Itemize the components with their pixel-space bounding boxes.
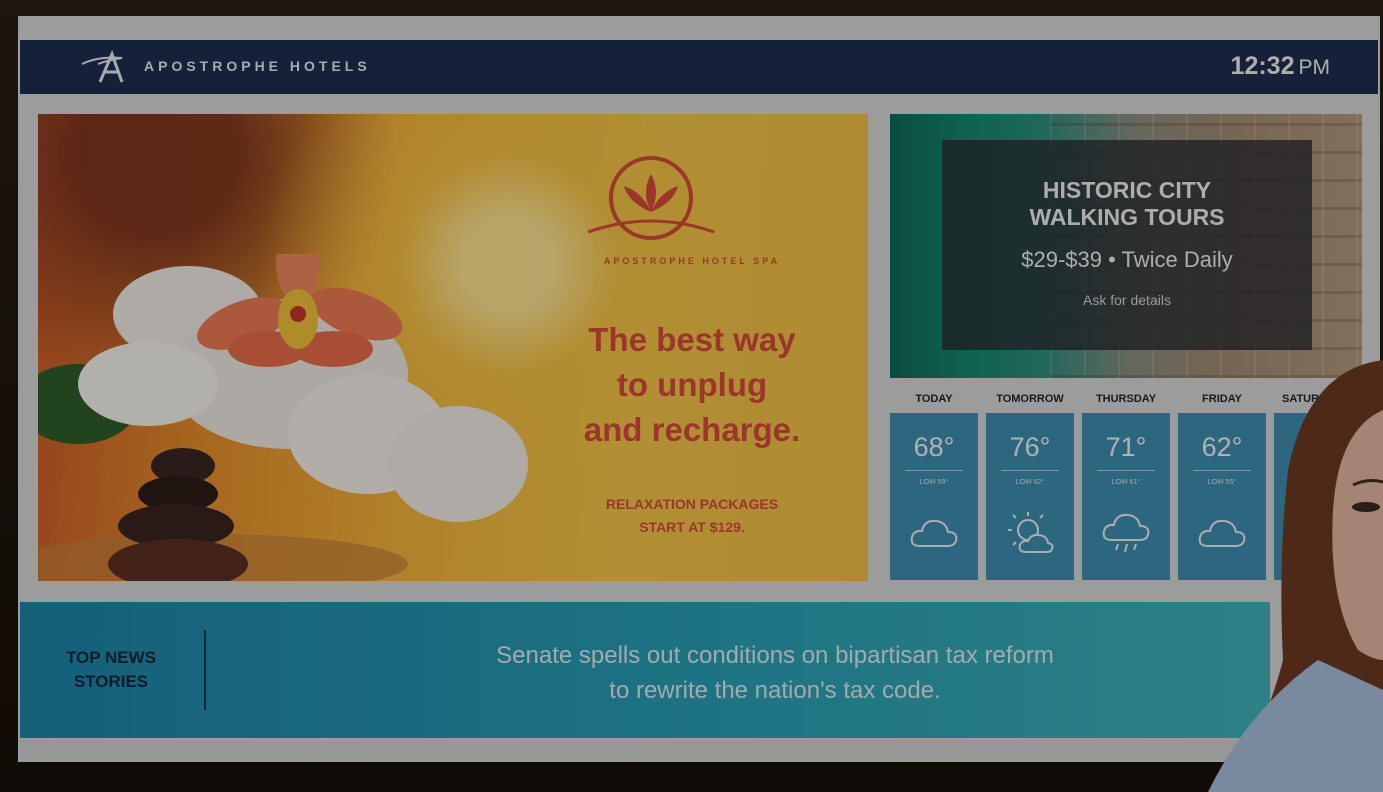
rain-cloud-icon <box>1102 513 1150 553</box>
day-high-thursday: 71° <box>1105 432 1147 462</box>
day-low-thursday: LOW 61° <box>1111 479 1141 486</box>
clock-ampm: PM <box>1298 56 1331 79</box>
cloudy-icon <box>910 519 958 547</box>
day-low-tomorrow: LOW 62° <box>1015 479 1045 486</box>
tours-note: Ask for details <box>1083 292 1171 308</box>
day-label-today: TODAY <box>915 393 953 405</box>
tours-title: HISTORIC CITY WALKING TOURS <box>1029 177 1225 230</box>
spa-name: APOSTROPHE HOTEL SPA <box>603 256 781 266</box>
screen-bottom-strip <box>20 740 1270 760</box>
header-bar: APOSTROPHE HOTELS 12:32 PM <box>20 40 1378 94</box>
spa-stones-orchid-towels-image <box>38 254 528 581</box>
news-label: TOP NEWS STORIES <box>65 648 157 691</box>
partly-sunny-icon <box>1008 512 1054 553</box>
clock-time: 12:32 <box>1230 52 1295 80</box>
apostrophe-a-logo-icon <box>81 50 124 83</box>
day-divider <box>905 470 963 471</box>
tours-overlay-panel <box>942 140 1312 350</box>
news-headline: Senate spells out conditions on bipartis… <box>496 642 1054 704</box>
day-label-tomorrow: TOMORROW <box>996 393 1064 405</box>
news-divider <box>204 630 206 710</box>
lotus-icon <box>587 156 715 240</box>
presenter-woman-image <box>1208 360 1383 792</box>
day-high-tomorrow: 76° <box>1009 432 1051 462</box>
day-divider <box>1001 470 1059 471</box>
spa-headline: The best way to unplug and recharge. <box>583 321 801 448</box>
day-high-today: 68° <box>913 432 955 462</box>
day-low-today: LOW 59° <box>919 479 949 486</box>
day-divider <box>1097 470 1155 471</box>
tours-price: $29-$39 • Twice Daily <box>1021 247 1233 272</box>
clock: 12:32 PM <box>1231 52 1330 81</box>
brand-name: APOSTROPHE HOTELS <box>144 58 371 74</box>
spa-offer: RELAXATION PACKAGES START AT $129. <box>605 496 779 535</box>
day-label-thursday: THURSDAY <box>1095 393 1157 405</box>
